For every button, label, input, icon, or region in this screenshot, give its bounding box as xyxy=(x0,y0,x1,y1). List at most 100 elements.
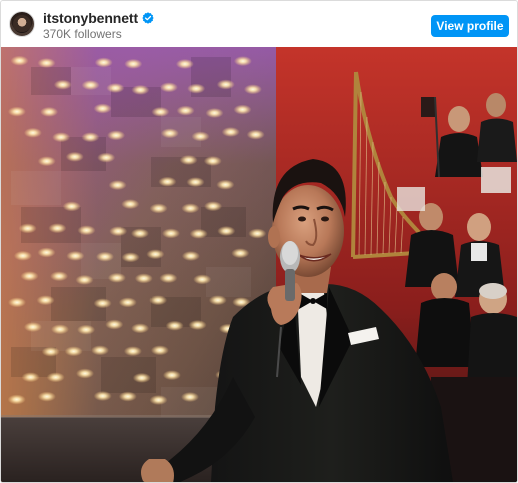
stage-light xyxy=(37,247,56,258)
stage-light xyxy=(248,228,267,239)
stage-light xyxy=(77,324,96,335)
stage-light xyxy=(149,203,168,214)
stage-light xyxy=(23,322,42,332)
stage-light xyxy=(179,155,198,165)
stage-light xyxy=(37,156,56,167)
stage-light xyxy=(107,272,126,283)
stage-light xyxy=(162,370,181,381)
stage-light xyxy=(131,84,150,95)
stage-light xyxy=(205,108,224,118)
stage-light xyxy=(149,295,168,306)
stage-light xyxy=(246,129,265,140)
stage-light xyxy=(91,345,109,356)
stage-light xyxy=(81,132,100,143)
stage-light xyxy=(162,228,180,239)
post-video[interactable] xyxy=(1,47,517,482)
stage-light xyxy=(41,346,60,357)
stage-light xyxy=(21,372,40,383)
stage-light xyxy=(159,82,178,93)
post-header: itstonybennett 370K followers View profi… xyxy=(1,1,517,47)
stage-light xyxy=(118,391,137,402)
stage-light xyxy=(23,127,42,138)
stage-light xyxy=(37,391,56,402)
profile-avatar[interactable] xyxy=(9,11,35,37)
stage-light xyxy=(48,223,67,234)
stage-light xyxy=(51,324,69,335)
instagram-embed: itstonybennett 370K followers View profi… xyxy=(0,0,518,483)
stage-light xyxy=(203,156,222,166)
stage-light xyxy=(109,226,128,237)
stage-light xyxy=(7,394,26,405)
stage-light xyxy=(93,103,112,114)
stage-light xyxy=(221,127,240,137)
view-profile-button[interactable]: View profile xyxy=(431,15,509,37)
stage-light xyxy=(121,252,140,263)
stage-light xyxy=(216,179,235,190)
stage-light xyxy=(77,225,96,236)
stage-light xyxy=(165,320,184,331)
username[interactable]: itstonybennett xyxy=(43,10,138,26)
follower-count: 370K followers xyxy=(43,27,122,41)
stage-light xyxy=(76,368,94,379)
stage-light xyxy=(151,106,170,117)
stage-light xyxy=(181,392,199,402)
stage-light xyxy=(10,55,29,66)
stage-light xyxy=(217,226,236,236)
stage-light xyxy=(107,130,126,141)
stage-light xyxy=(75,274,94,285)
stage-light xyxy=(189,228,208,239)
stage-light xyxy=(193,274,212,285)
stage-light xyxy=(176,105,195,116)
stage-light xyxy=(7,106,26,117)
stage-light xyxy=(191,131,210,142)
stage-light xyxy=(106,83,125,93)
verified-badge-icon xyxy=(142,12,154,24)
stage-light xyxy=(62,201,81,212)
stage-light xyxy=(181,203,200,214)
stage-light xyxy=(65,151,84,162)
video-frame xyxy=(1,47,517,482)
stage-light xyxy=(94,57,113,68)
stage-light xyxy=(93,391,112,401)
stage-light xyxy=(123,346,142,357)
stage-light xyxy=(131,323,150,334)
stage-light xyxy=(20,271,39,282)
stage-light xyxy=(50,271,69,282)
stage-light xyxy=(216,79,235,90)
stage-light xyxy=(243,84,262,95)
stage-light xyxy=(208,295,227,306)
stage-light xyxy=(186,177,205,188)
stage-light xyxy=(121,199,140,210)
stage-light xyxy=(46,372,65,383)
stage-light xyxy=(108,180,127,191)
stage-light xyxy=(233,104,252,115)
stage-light xyxy=(52,132,71,143)
stage-light xyxy=(93,298,112,309)
stage-light xyxy=(160,128,179,139)
stage-light xyxy=(66,250,85,261)
stage-light xyxy=(181,251,200,261)
stage-light xyxy=(134,273,153,284)
stage-light xyxy=(124,58,143,69)
avatar-photo xyxy=(13,15,31,33)
stage-light xyxy=(118,297,137,308)
stage-light xyxy=(146,249,165,260)
stage-light xyxy=(131,228,149,239)
stage-light xyxy=(231,248,250,259)
stage-light xyxy=(96,251,114,262)
stage-light xyxy=(233,56,252,67)
stage-light xyxy=(37,58,56,68)
stage-light xyxy=(149,395,168,405)
stage-light xyxy=(97,152,116,163)
stage-light xyxy=(40,106,59,117)
stage-light xyxy=(105,319,124,330)
stage-light xyxy=(204,201,223,212)
stage-light xyxy=(64,346,83,357)
stage-light xyxy=(175,59,194,69)
stage-light xyxy=(81,80,100,91)
stage-light xyxy=(36,295,55,306)
stage-light xyxy=(13,250,32,261)
stage-light xyxy=(53,79,72,90)
stage-light xyxy=(8,297,26,308)
stage-light xyxy=(18,223,37,234)
